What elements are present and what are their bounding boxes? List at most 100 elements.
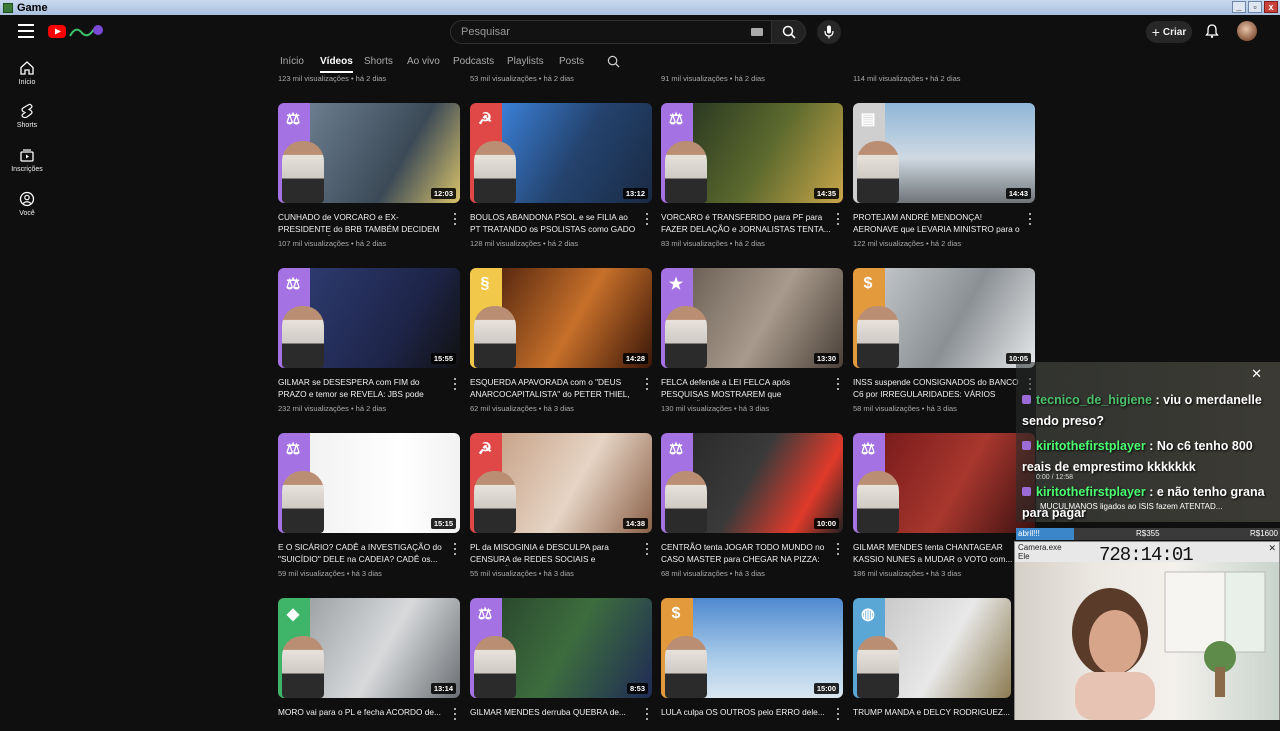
video-meta: 232 mil visualizações • há 2 dias (278, 404, 387, 413)
video-thumbnail[interactable]: ⚖ 15:15 (278, 433, 460, 533)
video-title[interactable]: BOULOS ABANDONA PSOL e se FILIA ao PT TR… (470, 212, 640, 236)
video-title[interactable]: VORCARO é TRANSFERIDO para PF para FAZER… (661, 212, 831, 236)
video-title[interactable]: GILMAR MENDES derruba QUEBRA de... (470, 707, 640, 731)
more-options-icon[interactable] (454, 378, 457, 390)
video-title[interactable]: FELCA defende a LEI FELCA após PESQUISAS… (661, 377, 831, 401)
ticker-text: MUCULMANOS ligados ao ISIS fazem ATENTAD… (1040, 502, 1223, 511)
category-badge-icon: ⚖ (285, 441, 301, 458)
chat-badge-icon (1022, 487, 1031, 496)
video-thumbnail[interactable]: ☭ 13:12 (470, 103, 652, 203)
video-thumbnail[interactable]: ⚖ (853, 433, 1035, 533)
category-badge-icon: ⚖ (668, 111, 684, 128)
video-title[interactable]: TRUMP MANDA e DELCY RODRIGUEZ... (853, 707, 1023, 731)
duration-badge: 15:00 (813, 683, 839, 694)
video-meta: 122 mil visualizações • há 2 dias (853, 239, 962, 248)
host-figure (857, 141, 899, 203)
category-badge-icon: ☭ (477, 111, 493, 128)
category-badge-icon: ⚖ (285, 276, 301, 293)
category-badge-icon: ◍ (861, 606, 875, 623)
host-figure (857, 471, 899, 533)
host-figure (665, 471, 707, 533)
more-options-icon[interactable] (837, 378, 840, 390)
category-badge-icon: § (480, 275, 490, 292)
more-options-icon[interactable] (454, 213, 457, 225)
duration-badge: 14:38 (622, 518, 648, 529)
chat-username: kiritothefirstplayer (1036, 439, 1146, 453)
video-title[interactable]: ESQUERDA APAVORADA com o "DEUS ANARCOCAP… (470, 377, 640, 401)
video-thumbnail[interactable]: ⚖ 14:35 (661, 103, 843, 203)
chat-message: kiritothefirstplayer : No c6 tenho 800 r… (1022, 436, 1280, 478)
webcam-person-image (1072, 571, 1266, 720)
host-figure (282, 471, 324, 533)
chat-message: tecnico_de_higiene : viu o merdanelle se… (1022, 390, 1280, 432)
camera-window: Camera.exe Ele 728:14:01 ✕ (1014, 541, 1280, 720)
category-badge-icon: ⚖ (477, 606, 493, 623)
more-options-icon[interactable] (837, 213, 840, 225)
duration-badge: 14:28 (622, 353, 648, 364)
video-title[interactable]: E O SICÁRIO? CADÊ a INVESTIGAÇÃO do "SUI… (278, 542, 448, 566)
video-title[interactable]: CENTRÃO tenta JOGAR TODO MUNDO no CASO M… (661, 542, 831, 566)
category-badge-icon: ⚖ (668, 441, 684, 458)
category-badge-icon: $ (671, 605, 681, 622)
video-thumbnail[interactable]: § 14:28 (470, 268, 652, 368)
host-figure (474, 471, 516, 533)
category-badge-icon: ◆ (286, 606, 300, 623)
duration-badge: 13:30 (813, 353, 839, 364)
video-thumbnail[interactable]: ⚖ 12:03 (278, 103, 460, 203)
more-options-icon[interactable] (837, 708, 840, 720)
host-figure (665, 306, 707, 368)
more-options-icon[interactable] (454, 543, 457, 555)
goal-right-value: R$1600 (1249, 529, 1278, 538)
video-title[interactable]: PL da MISOGINIA é DESCULPA para CENSURA … (470, 542, 640, 566)
duration-badge: 15:55 (430, 353, 456, 364)
category-badge-icon: ⚖ (860, 441, 876, 458)
more-options-icon[interactable] (837, 543, 840, 555)
chat-badge-icon (1022, 441, 1031, 450)
host-figure (857, 636, 899, 698)
video-title[interactable]: MORO vai para o PL e fecha ACORDO de... (278, 707, 448, 731)
video-thumbnail[interactable]: ▤ 14:43 (853, 103, 1035, 203)
category-badge-icon: $ (863, 275, 873, 292)
close-icon[interactable]: ✕ (1251, 366, 1262, 382)
duration-badge: 12:03 (430, 188, 456, 199)
webcam-feed (1015, 562, 1279, 720)
more-options-icon[interactable] (646, 543, 649, 555)
more-options-icon[interactable] (1029, 213, 1032, 225)
video-title[interactable]: CUNHADO de VORCARO e EX-PRESIDENTE do BR… (278, 212, 448, 236)
donation-goal-bar: abril!!! R$355 R$1600 (1016, 528, 1280, 540)
more-options-icon[interactable] (454, 708, 457, 720)
duration-badge: 14:43 (1005, 188, 1031, 199)
duration-badge: 13:12 (622, 188, 648, 199)
video-thumbnail[interactable]: ☭ 14:38 (470, 433, 652, 533)
video-thumbnail[interactable]: ⚖ 8:53 (470, 598, 652, 698)
more-options-icon[interactable] (646, 378, 649, 390)
video-thumbnail[interactable]: ★ 13:30 (661, 268, 843, 368)
video-thumbnail[interactable]: ◍ (853, 598, 1011, 698)
video-meta: 59 mil visualizações • há 3 dias (278, 569, 382, 578)
video-thumbnail[interactable]: ⚖ 10:00 (661, 433, 843, 533)
video-title[interactable]: INSS suspende CONSIGNADOS do BANCO C6 po… (853, 377, 1023, 401)
chat-username: kiritothefirstplayer (1036, 485, 1146, 499)
video-meta: 186 mil visualizações • há 3 dias (853, 569, 962, 578)
host-figure (282, 141, 324, 203)
more-options-icon[interactable] (646, 708, 649, 720)
thumbnail-scene (885, 598, 1011, 698)
video-meta: 58 mil visualizações • há 3 dias (853, 404, 957, 413)
video-title[interactable]: LULA culpa OS OUTROS pelo ERRO dele... (661, 707, 831, 731)
video-thumbnail[interactable]: ◆ 13:14 (278, 598, 460, 698)
video-meta: 83 mil visualizações • há 2 dias (661, 239, 765, 248)
category-badge-icon: ★ (668, 276, 684, 293)
host-figure (474, 306, 516, 368)
video-thumbnail[interactable]: $15:00 (661, 598, 843, 698)
video-meta: 62 mil visualizações • há 3 dias (470, 404, 574, 413)
video-meta: 53 mil visualizações • há 2 dias (470, 74, 574, 83)
duration-badge: 13:14 (430, 683, 456, 694)
more-options-icon[interactable] (646, 213, 649, 225)
video-meta: 107 mil visualizações • há 2 dias (278, 239, 387, 248)
camera-close-icon[interactable]: ✕ (1268, 543, 1276, 554)
video-title[interactable]: GILMAR MENDES tenta CHANTAGEAR KASSIO NU… (853, 542, 1023, 566)
video-title[interactable]: GILMAR se DESESPERA com FIM do PRAZO e t… (278, 377, 448, 401)
video-title[interactable]: PROTEJAM ANDRÉ MENDONÇA! AERONAVE que LE… (853, 212, 1023, 236)
video-thumbnail[interactable]: ⚖ 15:55 (278, 268, 460, 368)
video-thumbnail[interactable]: $10:05 (853, 268, 1035, 368)
